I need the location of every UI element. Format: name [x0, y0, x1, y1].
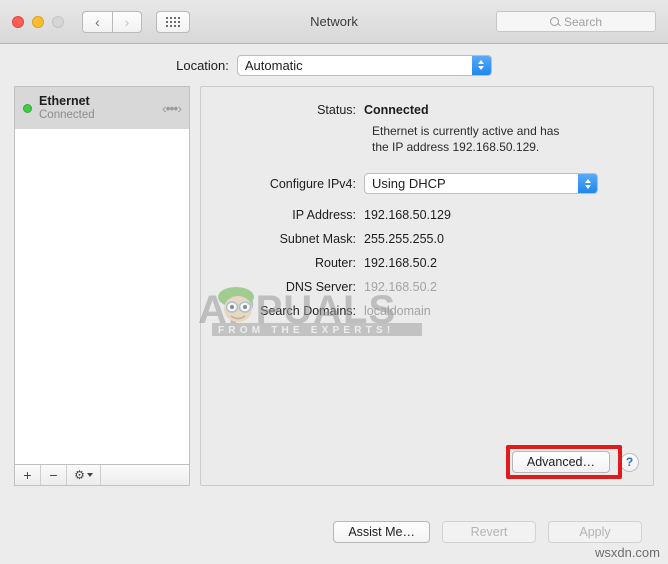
minimize-window-button[interactable] [32, 16, 44, 28]
configure-ipv4-select[interactable]: Using DHCP [364, 173, 598, 194]
apply-button: Apply [548, 521, 642, 543]
service-sidebar: Ethernet Connected ‹•••› + − ⚙ [14, 86, 190, 486]
status-label: Status: [201, 103, 364, 117]
window-titlebar: ‹ › Network Search [0, 0, 668, 44]
zoom-window-button[interactable] [52, 16, 64, 28]
service-list-footer: + − ⚙ [14, 464, 190, 486]
location-select[interactable]: Automatic [237, 55, 492, 76]
grid-icon [166, 17, 180, 27]
router-value: 192.168.50.2 [364, 256, 437, 270]
location-label: Location: [176, 58, 229, 73]
close-window-button[interactable] [12, 16, 24, 28]
search-domains-label: Search Domains: [201, 304, 364, 318]
status-indicator-dot [23, 104, 32, 113]
service-detail-panel: Status: Connected Ethernet is currently … [200, 86, 654, 486]
status-value: Connected [364, 103, 429, 117]
chevron-updown-icon [578, 174, 597, 193]
search-placeholder: Search [564, 15, 602, 29]
service-list[interactable]: Ethernet Connected ‹•••› [14, 86, 190, 464]
window-footer: Assist Me… Revert Apply [0, 508, 668, 564]
service-state: Connected [39, 109, 155, 122]
configure-ipv4-value: Using DHCP [372, 176, 446, 191]
search-input[interactable]: Search [496, 11, 656, 32]
status-description: Ethernet is currently active and has the… [372, 123, 577, 155]
ip-address-value: 192.168.50.129 [364, 208, 451, 222]
chevron-updown-icon [472, 56, 491, 75]
preferences-body: Ethernet Connected ‹•••› + − ⚙ [0, 86, 668, 508]
subnet-mask-label: Subnet Mask: [201, 232, 364, 246]
chevron-down-icon [87, 473, 93, 477]
gear-icon: ⚙ [74, 468, 85, 482]
plus-icon: + [23, 467, 31, 483]
assist-me-button[interactable]: Assist Me… [333, 521, 430, 543]
subnet-mask-row: Subnet Mask: 255.255.255.0 [201, 232, 653, 246]
advanced-button[interactable]: Advanced… [512, 451, 610, 473]
router-label: Router: [201, 256, 364, 270]
show-all-button[interactable] [156, 11, 190, 33]
traffic-light-group [12, 16, 64, 28]
back-button[interactable]: ‹ [82, 11, 112, 33]
dns-server-label: DNS Server: [201, 280, 364, 294]
revert-button: Revert [442, 521, 536, 543]
service-text-block: Ethernet Connected [39, 94, 155, 122]
location-row: Location: Automatic [0, 44, 668, 86]
footer-spacer [101, 465, 189, 485]
status-row: Status: Connected [201, 103, 653, 117]
navigation-button-group: ‹ › [82, 11, 142, 33]
dns-server-row: DNS Server: 192.168.50.2 [201, 280, 653, 294]
minus-icon: − [49, 467, 57, 483]
service-actions-menu-button[interactable]: ⚙ [67, 465, 101, 485]
help-button[interactable]: ? [620, 453, 639, 472]
question-mark-icon: ? [626, 455, 633, 469]
chevron-left-icon: ‹ [95, 14, 100, 30]
search-domains-value: localdomain [364, 304, 431, 318]
ip-address-row: IP Address: 192.168.50.129 [201, 208, 653, 222]
forward-button[interactable]: › [112, 11, 142, 33]
location-value: Automatic [245, 58, 303, 73]
subnet-mask-value: 255.255.255.0 [364, 232, 444, 246]
service-list-item-ethernet[interactable]: Ethernet Connected ‹•••› [15, 87, 189, 129]
add-service-button[interactable]: + [15, 465, 41, 485]
service-name: Ethernet [39, 94, 155, 108]
configure-ipv4-label: Configure IPv4: [201, 177, 364, 191]
chevron-right-icon: › [125, 14, 130, 30]
router-row: Router: 192.168.50.2 [201, 256, 653, 270]
search-icon [550, 17, 559, 26]
remove-service-button[interactable]: − [41, 465, 67, 485]
ip-address-label: IP Address: [201, 208, 364, 222]
dns-server-value: 192.168.50.2 [364, 280, 437, 294]
advanced-button-group: Advanced… ? [512, 451, 639, 473]
ethernet-icon: ‹•••› [162, 100, 181, 116]
search-domains-row: Search Domains: localdomain [201, 304, 653, 318]
configure-ipv4-row: Configure IPv4: Using DHCP [201, 173, 653, 194]
network-preferences-window: ‹ › Network Search Location: Automatic [0, 0, 668, 564]
